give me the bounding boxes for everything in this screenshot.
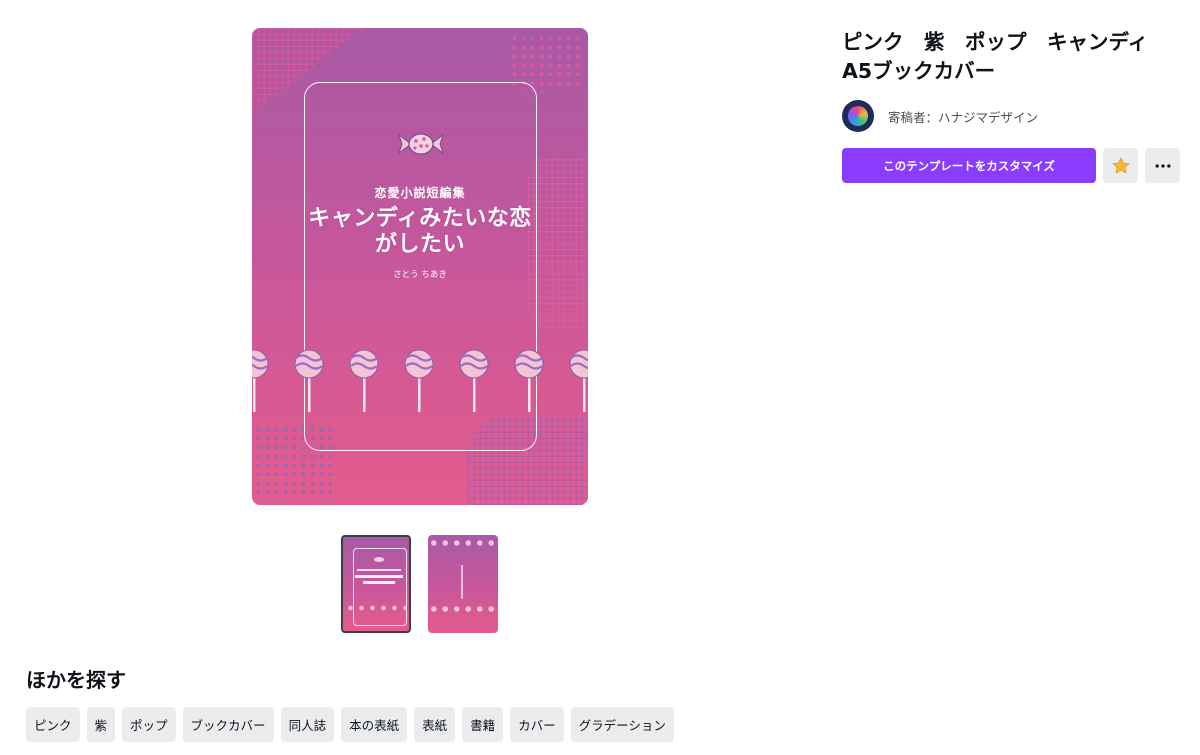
- tag-gradation[interactable]: グラデーション: [570, 707, 674, 742]
- more-options-button[interactable]: [1145, 148, 1180, 183]
- lollipop-icon: [459, 349, 489, 412]
- candy-icon: [398, 133, 444, 155]
- lollipop-icon: [294, 349, 324, 412]
- explore-heading: ほかを探す: [26, 668, 126, 692]
- tag-book-cover[interactable]: ブックカバー: [182, 707, 274, 742]
- avatar[interactable]: [842, 100, 874, 132]
- customize-template-button[interactable]: このテンプレートをカスタマイズ: [842, 148, 1096, 183]
- template-preview[interactable]: 恋愛小説短編集 キャンディみたいな恋がしたい さとう ちあき: [252, 28, 588, 505]
- thumbnail-page-2[interactable]: [428, 535, 498, 633]
- lollipop-icon: [252, 349, 269, 412]
- lollipop-icon: [349, 349, 379, 412]
- cover-subtitle: 恋愛小説短編集: [374, 186, 466, 200]
- favorite-button[interactable]: [1103, 148, 1138, 183]
- tag-pop[interactable]: ポップ: [122, 707, 176, 742]
- thumbnail-page-1[interactable]: [341, 535, 411, 633]
- tag-cover-katakana[interactable]: カバー: [510, 707, 564, 742]
- contributor-label: 寄稿者：ハナジマデザイン: [888, 109, 1039, 125]
- more-icon: [1155, 163, 1170, 168]
- tag-purple[interactable]: 紫: [86, 707, 116, 742]
- product-title: ピンク 紫 ポップ キャンディ A5ブックカバー: [842, 30, 1149, 83]
- tag-doujinshi[interactable]: 同人誌: [280, 707, 335, 742]
- lollipop-icon: [514, 349, 544, 412]
- star-icon: [1111, 156, 1130, 174]
- cover-title: キャンディみたいな恋がしたい: [308, 206, 532, 257]
- tag-pink[interactable]: ピンク: [26, 707, 80, 742]
- tag-books[interactable]: 書籍: [462, 707, 504, 742]
- tag-cover[interactable]: 表紙: [414, 707, 456, 742]
- tag-book-front-cover[interactable]: 本の表紙: [341, 707, 408, 742]
- lollipop-icon: [569, 349, 588, 412]
- contributor-row[interactable]: 寄稿者：ハナジマデザイン: [842, 100, 1038, 132]
- lollipop-row: [252, 349, 588, 412]
- tag-list: ピンク 紫 ポップ ブックカバー 同人誌 本の表紙 表紙 書籍 カバー グラデー…: [26, 707, 674, 742]
- lollipop-icon: [404, 349, 434, 412]
- cover-author: さとう ちあき: [393, 270, 447, 280]
